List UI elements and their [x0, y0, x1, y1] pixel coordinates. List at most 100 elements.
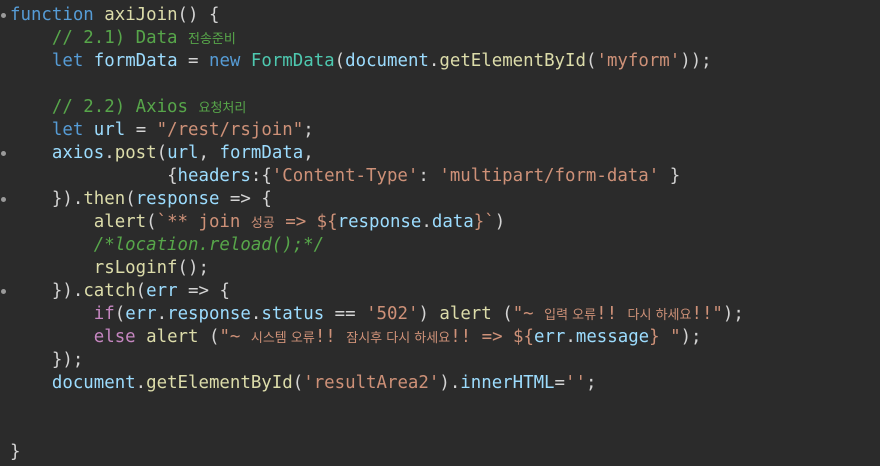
token: else — [93, 327, 136, 347]
token: == — [324, 304, 367, 324]
token: : — [418, 166, 440, 186]
token: = — [125, 120, 157, 140]
token: let — [51, 51, 84, 71]
code-line-12: rsLoginf(); — [10, 257, 209, 280]
token: )); — [680, 51, 712, 71]
string: 'multipart/form-data' — [439, 166, 660, 186]
token: { — [167, 166, 178, 186]
token: document — [345, 51, 429, 71]
token: = — [177, 51, 209, 71]
token: , — [198, 143, 220, 163]
token: }). — [51, 189, 84, 209]
token: err — [125, 304, 157, 324]
token: url — [167, 143, 199, 163]
token: post — [114, 143, 157, 163]
token: ) — [494, 212, 506, 232]
code-line-10: alert(`** join 성공 => ${response.data}`) — [10, 211, 505, 234]
token: formData — [93, 51, 178, 71]
token: if — [93, 304, 115, 324]
token: ( — [334, 51, 346, 71]
string: 'resultArea2' — [303, 373, 440, 393]
code-line-8: {headers:{'Content-Type': 'multipart/for… — [10, 165, 680, 188]
token: innerHTML — [460, 373, 555, 393]
token: getElementById — [439, 51, 586, 71]
token: . — [565, 327, 576, 347]
token: ( — [125, 189, 136, 209]
string: 다시 하세요 — [627, 308, 692, 323]
code-line-11: /*location.reload();*/ — [10, 234, 324, 257]
string: } " — [649, 327, 681, 347]
token: }). — [51, 281, 84, 301]
string: 'Content-Type' — [271, 166, 419, 186]
token: ( — [491, 304, 513, 324]
token: url — [93, 120, 126, 140]
fold-marker[interactable] — [1, 289, 6, 294]
code-line-3: let formData = new FormData(document.get… — [10, 50, 712, 73]
token: response — [167, 304, 251, 324]
token: ( — [292, 373, 304, 393]
token: , — [303, 143, 314, 163]
token: rsLoginf — [93, 258, 178, 278]
string: '' — [565, 373, 586, 393]
token: } — [659, 166, 681, 186]
comment: 요청처리 — [198, 101, 247, 116]
string: !! — [596, 304, 628, 324]
token: ( — [135, 281, 147, 301]
token: ; — [585, 373, 597, 393]
string: "/rest/rsjoin" — [156, 120, 304, 140]
token: () { — [177, 5, 220, 25]
token: ); — [722, 304, 744, 324]
string: 'myform' — [596, 51, 681, 71]
token: new — [208, 51, 241, 71]
token: ( — [156, 143, 168, 163]
token: headers — [177, 166, 251, 186]
token: ; — [303, 120, 314, 140]
string: !! => ${ — [450, 327, 534, 347]
token: then — [83, 189, 126, 209]
token: message — [575, 327, 650, 347]
token: . — [156, 304, 168, 324]
token: ( — [114, 304, 126, 324]
string: => ${ — [274, 212, 338, 232]
token: alert — [93, 212, 147, 232]
code-line-7: axios.post(url, formData, — [10, 142, 314, 165]
fold-marker[interactable] — [1, 13, 6, 18]
token: formData — [219, 143, 304, 163]
token: ( — [198, 327, 220, 347]
token: . — [135, 373, 147, 393]
token: = — [554, 373, 566, 393]
token: let — [51, 120, 84, 140]
code-editor[interactable]: function axiJoin() { // 2.1) Data 전송준비 l… — [0, 0, 880, 466]
token: (); — [177, 258, 209, 278]
token: ( — [585, 51, 597, 71]
string: }` — [473, 212, 495, 232]
string: 성공 — [250, 216, 275, 231]
token: catch — [83, 281, 136, 301]
fold-marker[interactable] — [1, 197, 6, 202]
fold-marker[interactable] — [1, 151, 6, 156]
string: !! — [314, 327, 347, 347]
token: ); — [680, 327, 702, 347]
code-line-6: let url = "/rest/rsjoin"; — [10, 119, 314, 142]
string: "~ — [219, 327, 251, 347]
code-line-15: else alert ("~ 시스템 오류!! 잠시후 다시 하세요!! => … — [10, 326, 702, 349]
token: . — [104, 143, 115, 163]
token: err — [146, 281, 178, 301]
code-line-14: if(err.response.status == '502') alert (… — [10, 303, 744, 326]
token: getElementById — [146, 373, 293, 393]
string: `** join — [156, 212, 251, 232]
token: data — [431, 212, 474, 232]
token: . — [428, 51, 440, 71]
token: axiJoin — [104, 5, 178, 25]
string: 잠시후 다시 하세요 — [346, 331, 451, 346]
comment: // 2.1) Data — [51, 28, 189, 48]
token: }); — [51, 350, 84, 370]
code-line-16: }); — [10, 349, 83, 372]
token: ) — [418, 304, 440, 324]
token: status — [261, 304, 325, 324]
